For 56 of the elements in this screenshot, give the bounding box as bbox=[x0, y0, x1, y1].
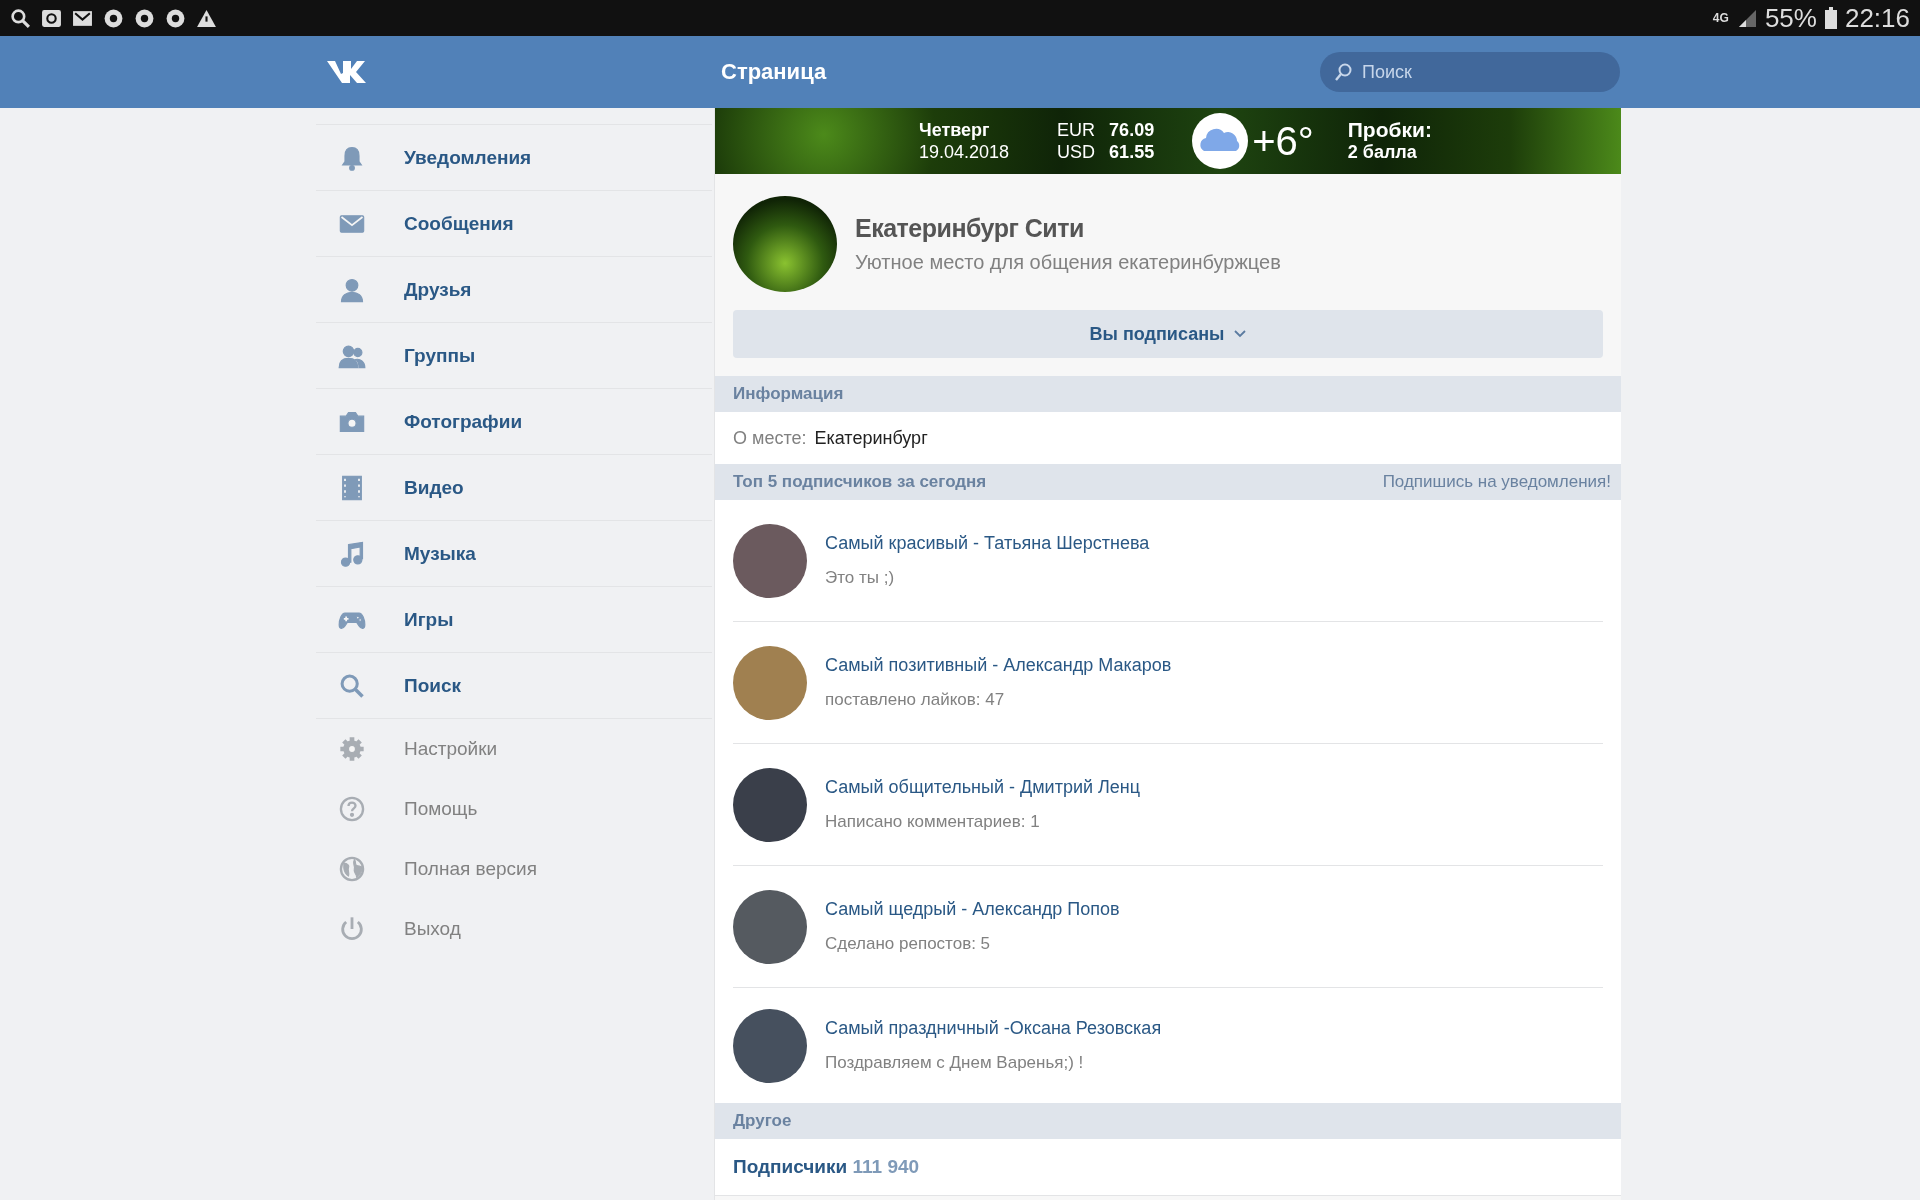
sidebar-item[interactable]: Музыка bbox=[316, 520, 712, 586]
group-description: Уютное место для общения екатеринбуржцев bbox=[855, 251, 1281, 274]
warning-icon bbox=[196, 7, 217, 29]
member-link[interactable]: Самый праздничный -Оксана Резовская bbox=[825, 1018, 1162, 1039]
chevron-down-icon bbox=[1234, 330, 1247, 338]
music-note-icon bbox=[338, 539, 366, 568]
member-caption: Поздравляем с Днем Варенья;) ! bbox=[825, 1053, 1085, 1073]
traffic-label: Пробки: bbox=[1347, 119, 1432, 141]
cloud-icon bbox=[1192, 113, 1249, 169]
search-icon bbox=[10, 7, 31, 29]
sidebar-item[interactable]: Полная версия bbox=[316, 839, 712, 899]
battery-percent: 55% bbox=[1764, 2, 1817, 34]
exchange-rate: 61.55 bbox=[1109, 141, 1155, 163]
section-title: Другое bbox=[733, 1111, 792, 1131]
sidebar-item[interactable]: Уведомления bbox=[316, 124, 712, 190]
currency-code: USD bbox=[1057, 141, 1096, 163]
gear-icon bbox=[338, 735, 366, 763]
member-link[interactable]: Самый щедрый - Александр Попов bbox=[825, 899, 1120, 920]
member-link[interactable]: Самый позитивный - Александр Макаров bbox=[825, 655, 1172, 676]
group-name: Екатеринбург Сити bbox=[855, 214, 1085, 243]
section-title: Информация bbox=[733, 384, 844, 404]
date: 19.04.2018 bbox=[919, 141, 1010, 163]
sidebar-item[interactable]: Помощь bbox=[316, 779, 712, 839]
traffic-score: 2 балла bbox=[1347, 141, 1418, 163]
member-caption: поставлено лайков: 47 bbox=[825, 690, 1006, 710]
currency-code: EUR bbox=[1057, 119, 1096, 141]
subscribed-button[interactable]: Вы подписаны bbox=[733, 310, 1603, 358]
exchange-rate: 76.09 bbox=[1109, 119, 1155, 141]
question-icon bbox=[338, 795, 366, 823]
sidebar-item[interactable]: Настройки bbox=[316, 718, 712, 779]
section-title: Топ 5 подписчиков за сегодня bbox=[733, 472, 987, 492]
globe-icon bbox=[338, 855, 366, 883]
sidebar-item[interactable]: Друзья bbox=[316, 256, 712, 322]
sidebar-item[interactable]: Поиск bbox=[316, 652, 712, 718]
sidebar-item[interactable]: Видео bbox=[316, 454, 712, 520]
sidebar-item[interactable]: Группы bbox=[316, 322, 712, 388]
member-caption: Написано комментариев: 1 bbox=[825, 812, 1041, 832]
member-link[interactable]: Самый красивый - Татьяна Шерстнева bbox=[825, 533, 1150, 554]
temperature: +6° bbox=[1252, 118, 1314, 164]
battery-icon bbox=[1824, 7, 1837, 29]
sidebar-item[interactable]: Фотографии bbox=[316, 388, 712, 454]
clock: 22:16 bbox=[1844, 2, 1910, 34]
page-title: Страница bbox=[721, 59, 827, 85]
weekday: Четверг bbox=[919, 119, 991, 141]
subscribers-link[interactable]: Подписчики 111 940 bbox=[733, 1156, 920, 1178]
power-icon bbox=[338, 915, 366, 943]
sidebar-item[interactable]: Сообщения bbox=[316, 190, 712, 256]
info-value: Екатеринбург bbox=[814, 427, 928, 449]
member-caption: Это ты ;) bbox=[825, 568, 896, 588]
search-field[interactable]: Поиск bbox=[1320, 52, 1620, 92]
member-caption: Сделано репостов: 5 bbox=[825, 934, 992, 954]
network-type: 4G bbox=[1712, 11, 1729, 25]
sidebar-item[interactable]: Выход bbox=[316, 899, 712, 959]
sidebar-item[interactable]: Игры bbox=[316, 586, 712, 652]
info-label: О месте: bbox=[733, 427, 807, 449]
member-link[interactable]: Самый общительный - Дмитрий Ленц bbox=[825, 777, 1141, 798]
